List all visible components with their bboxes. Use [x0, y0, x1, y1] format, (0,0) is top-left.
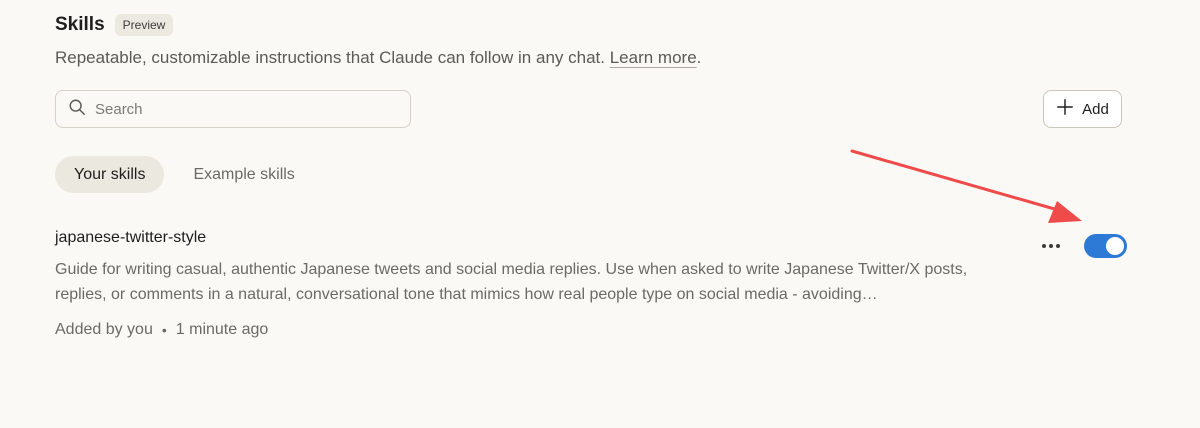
- ellipsis-dot: [1056, 244, 1060, 248]
- subtitle-text: Repeatable, customizable instructions th…: [55, 48, 605, 67]
- plus-icon: [1056, 98, 1074, 120]
- page-header: Skills Preview: [55, 14, 174, 36]
- search-box[interactable]: [55, 90, 411, 128]
- page-subtitle: Repeatable, customizable instructions th…: [55, 48, 701, 68]
- skill-time: 1 minute ago: [175, 321, 269, 338]
- tab-your-skills[interactable]: Your skills: [55, 156, 165, 193]
- skills-tabs: Your skills Example skills: [55, 156, 312, 193]
- subtitle-period: .: [696, 48, 702, 67]
- more-options-button[interactable]: [1036, 236, 1066, 256]
- tab-example-skills[interactable]: Example skills: [176, 156, 311, 193]
- learn-more-link[interactable]: Learn more: [610, 48, 697, 67]
- preview-badge: Preview: [114, 14, 174, 36]
- skills-page: Skills Preview Repeatable, customizable …: [0, 0, 1200, 428]
- skill-item: japanese-twitter-style Guide for writing…: [55, 228, 1015, 339]
- page-title: Skills: [55, 14, 105, 35]
- meta-separator: •: [161, 322, 167, 338]
- search-input[interactable]: [95, 100, 395, 118]
- skill-description: Guide for writing casual, authentic Japa…: [55, 261, 968, 303]
- ellipsis-dot: [1042, 244, 1046, 248]
- toggle-knob: [1106, 237, 1124, 255]
- ellipsis-dot: [1049, 244, 1053, 248]
- skill-added-by: Added by you: [55, 321, 153, 338]
- skill-enabled-toggle[interactable]: [1084, 234, 1127, 258]
- search-icon: [68, 98, 86, 121]
- skill-meta: Added by you • 1 minute ago: [55, 321, 1015, 339]
- skill-name[interactable]: japanese-twitter-style: [55, 228, 1015, 248]
- add-skill-button[interactable]: Add: [1043, 90, 1122, 128]
- add-button-label: Add: [1082, 100, 1109, 118]
